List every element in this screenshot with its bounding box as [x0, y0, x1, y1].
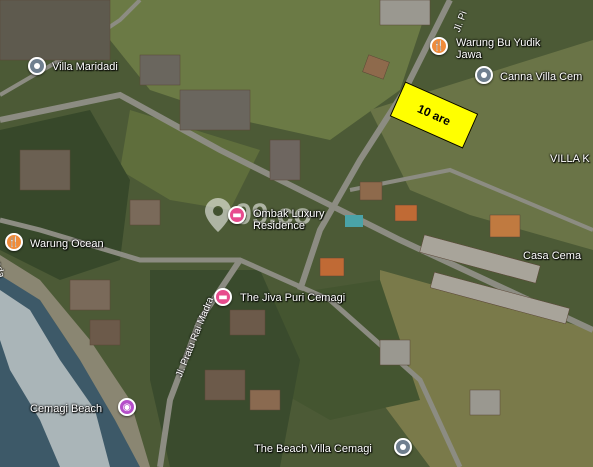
place-pin-icon[interactable] [475, 66, 493, 84]
place-pin-icon[interactable] [28, 57, 46, 75]
poi-cemagi-beach[interactable]: Cemagi Beach [30, 403, 102, 415]
poi-beach-villa[interactable]: The Beach Villa Cemagi [254, 443, 372, 455]
camera-pin-icon[interactable]: ◉ [118, 398, 136, 416]
poi-jiva-puri[interactable]: The Jiva Puri Cemagi [240, 292, 345, 304]
restaurant-pin-icon[interactable]: 🍴 [5, 233, 23, 251]
poi-ombak-luxury[interactable]: Ombak Luxury Residence [253, 208, 325, 232]
land-area-label: 10 are [415, 101, 453, 129]
hotel-pin-icon[interactable]: ▬ [228, 206, 246, 224]
poi-villa-maridadi[interactable]: Villa Maridadi [52, 61, 118, 73]
poi-casa-cema[interactable]: Casa Cema [523, 250, 581, 262]
hotel-pin-icon[interactable]: ▬ [214, 288, 232, 306]
pool [345, 215, 363, 227]
poi-villa-k[interactable]: VILLA K [550, 153, 590, 165]
poi-warung-bu-yudik-label: Warung Bu Yudik Jawa [456, 37, 541, 61]
place-pin-icon[interactable] [394, 438, 412, 456]
poi-canna-villa[interactable]: Canna Villa Cem [500, 71, 582, 83]
poi-warung-ocean[interactable]: Warung Ocean [30, 238, 104, 250]
poi-warung-bu-yudik[interactable]: Warung Bu Yudik Jawa [456, 37, 540, 61]
restaurant-pin-icon[interactable]: 🍴 [430, 37, 448, 55]
poi-ombak-luxury-label: Ombak Luxury Residence [253, 208, 325, 232]
